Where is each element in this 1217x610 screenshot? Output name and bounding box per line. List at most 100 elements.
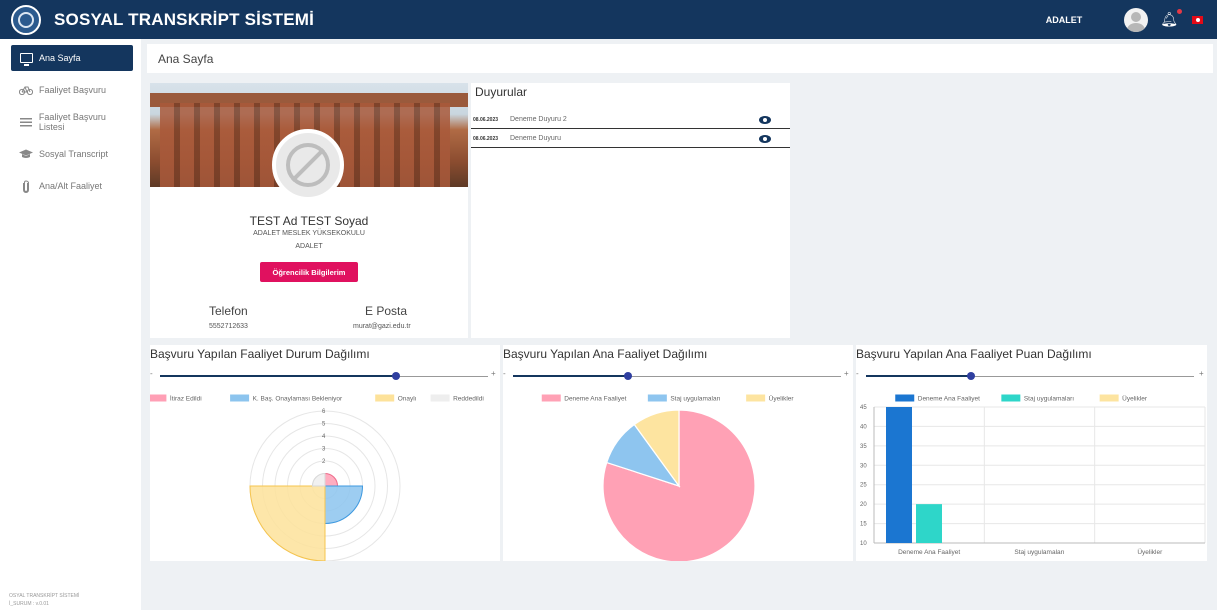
sidebar-item-ana-alt-faaliyet[interactable]: Ana/Alt Faaliyet [11,173,133,199]
bar-y-tick-label: 35 [860,444,867,450]
legend-swatch [746,394,766,402]
polar-tick-label: 6 [322,409,326,415]
slider-thumb[interactable] [966,372,975,380]
announcement-date: 08.06.2023 [473,116,499,123]
legend-label: İtiraz Edildi [170,394,202,403]
legend-label: K. Baş. Onaylaması Bekleniyor [253,396,343,403]
graduation-cap-icon [19,147,33,161]
legend-swatch [1001,394,1021,402]
sidebar-item-faaliyet-basvuru[interactable]: Faaliyet Başvuru [11,77,133,103]
announcement-text: Deneme Duyuru [510,135,561,142]
turkish-flag-icon[interactable] [1192,15,1203,24]
no-photo-icon [272,129,344,201]
notification-bell-icon[interactable]: 🔔︎ [1160,9,1182,28]
notification-dot [1177,9,1182,14]
monitor-icon [19,51,33,66]
slider-fill [160,375,397,377]
slider-minus[interactable]: - [856,369,859,378]
paperclip-icon [19,179,33,193]
sidebar-item-faaliyet-basvuru-listesi[interactable]: Faaliyet Başvuru Listesi [11,109,133,135]
app-title[interactable]: SOSYAL TRANSKRİPT SİSTEMİ [54,10,314,30]
bar-y-tick-label: 15 [860,522,867,528]
legend-swatch [647,394,667,402]
polar-tick-label: 3 [322,447,326,453]
sidebar: Ana Sayfa Faaliyet Başvuru Faaliyet Başv… [0,39,141,610]
slider-thumb[interactable] [623,372,632,380]
announcements-title: Duyurular [475,85,528,99]
profile-card: TEST Ad TEST Soyad ADALET MESLEK YÜKSEKO… [150,83,468,338]
top-bar: SOSYAL TRANSKRİPT SİSTEMİ ADALET 🔔︎ [0,0,1217,39]
legend-swatch [375,394,395,402]
legend-label: Reddedildi [453,396,484,403]
status-chart-title: Başvuru Yapılan Faaliyet Durum Dağılımı [150,347,370,361]
legend-label: Deneme Ana Faaliyet [918,396,980,403]
legend-label: Üyelikler [1122,395,1148,403]
polar-segment [324,485,364,525]
footer-system-name: OSYAL TRANSKRİPT SİSTEMİ [9,593,80,599]
sidebar-item-label: Faaliyet Başvuru [39,85,107,95]
slider-fill [513,375,628,377]
slider-fill [866,375,971,377]
bar-y-tick-label: 20 [860,502,867,508]
user-name[interactable]: ADALET [1046,15,1083,25]
list-icon [19,115,33,129]
university-logo-icon[interactable] [11,4,41,35]
eye-icon[interactable] [759,134,771,143]
bar-y-tick-label: 45 [860,405,867,411]
slider-plus[interactable]: + [491,369,496,378]
legend-label: Onaylı [398,396,417,403]
polar-tick-label: 2 [322,459,326,465]
bar-y-tick-label: 25 [860,483,867,489]
bar-y-tick-label: 40 [860,424,867,430]
legend-swatch [1099,394,1119,402]
announcement-item[interactable]: 08.06.2023 Deneme Duyuru [471,130,790,148]
main-activity-pie-chart: Deneme Ana Faaliyet Staj uygulamaları Üyel… [541,394,795,561]
bar [916,504,942,543]
email-label: E Posta [365,304,408,318]
status-zoom-slider[interactable]: - + [150,369,500,383]
status-distribution-card: Başvuru Yapılan Faaliyet Durum Dağılımı … [150,345,500,561]
legend-swatch [150,394,167,402]
polar-segment [249,485,326,561]
user-avatar-icon[interactable] [1124,7,1149,32]
slider-thumb[interactable] [392,372,401,380]
slider-minus[interactable]: - [503,369,506,378]
bar-x-tick-label: Deneme Ana Faaliyet [898,549,960,556]
sidebar-item-sosyal-transcript[interactable]: Sosyal Transcript [11,141,133,167]
sidebar-item-label: Ana Sayfa [39,53,81,63]
points-zoom-slider[interactable]: - + [856,369,1207,383]
points-bar-chart: Deneme Ana Faaliyet Staj uygulamaları Üyel… [860,394,1206,556]
main-zoom-slider[interactable]: - + [503,369,853,383]
legend-label: Üyelikler [769,395,795,403]
bar-x-tick-label: Staj uygulamaları [1014,549,1064,556]
sidebar-item-label: Sosyal Transcript [39,149,109,159]
slider-plus[interactable]: + [844,369,849,378]
polar-segment [324,472,339,487]
bar [886,407,912,543]
main-activity-distribution-card: Başvuru Yapılan Ana Faaliyet Dağılımı - … [503,345,853,561]
polar-tick-label: 4 [322,434,326,440]
phone-label: Telefon [209,304,248,318]
sidebar-item-label: Faaliyet Başvuru Listesi [38,112,106,132]
legend-swatch [541,394,561,402]
student-info-button[interactable]: Öğrencilik Bilgilerim [260,262,358,282]
student-name: TEST Ad TEST Soyad [249,214,369,228]
legend-label: Staj uygulamaları [1024,396,1074,403]
slider-minus[interactable]: - [150,369,153,378]
polar-segment [311,472,326,487]
announcements-card: Duyurular 08.06.2023 Deneme Duyuru 2 08.… [471,83,790,338]
announcement-date: 08.06.2023 [473,135,499,142]
email-value: murat@gazi.edu.tr [353,323,411,330]
announcement-item[interactable]: 08.06.2023 Deneme Duyuru 2 [471,111,790,129]
slider-plus[interactable]: + [1199,369,1204,378]
sidebar-footer: OSYAL TRANSKRİPT SİSTEMİ İ_SURUM : v.0.0… [9,592,79,608]
legend-swatch [230,394,250,402]
bar-y-tick-label: 30 [860,463,867,469]
points-distribution-card: Başvuru Yapılan Ana Faaliyet Puan Dağılı… [856,345,1207,561]
eye-icon[interactable] [759,115,771,124]
bar-x-tick-label: Üyelikler [1137,548,1163,556]
student-school: ADALET MESLEK YÜKSEKOKULU [253,230,365,237]
announcement-text: Deneme Duyuru 2 [510,116,567,123]
sidebar-item-ana-sayfa[interactable]: Ana Sayfa [11,45,133,71]
sidebar-item-label: Ana/Alt Faaliyet [39,181,103,191]
